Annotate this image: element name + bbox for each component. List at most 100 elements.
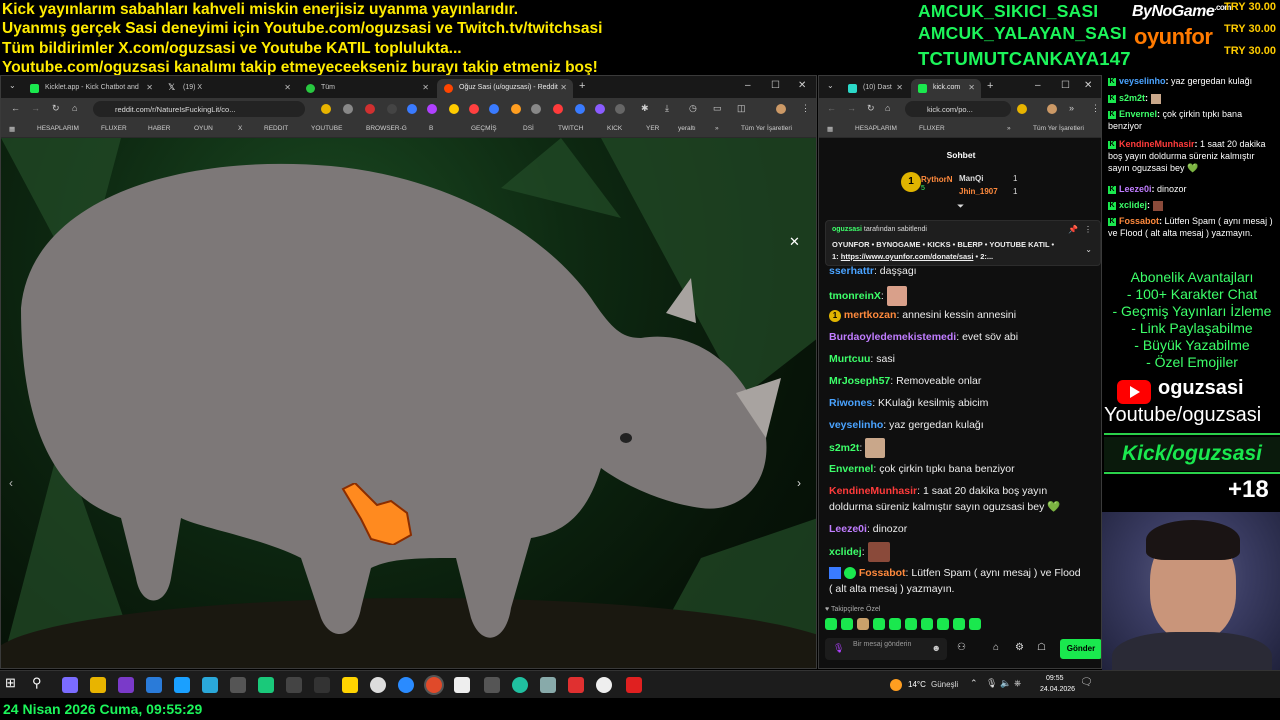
extension-icon[interactable] [595, 104, 605, 114]
extension-icon[interactable] [469, 104, 479, 114]
tab-kick[interactable]: kick.com ✕ [911, 79, 981, 98]
close-lightbox-icon[interactable]: ✕ [789, 234, 800, 250]
network-icon[interactable]: ⎈ [1014, 678, 1021, 689]
chat-input[interactable]: 🎙 Bir mesaj gönderin ☻ [825, 638, 947, 660]
bookmark-folder[interactable]: HABER [148, 125, 170, 132]
apps-icon[interactable]: ▦ [827, 125, 833, 133]
chat-username[interactable]: veyselinho [829, 419, 883, 431]
extensions-puzzle-icon[interactable]: ✱ [641, 103, 649, 114]
app-icon[interactable] [398, 677, 414, 693]
extension-icon[interactable] [321, 104, 331, 114]
app-icon[interactable] [286, 677, 302, 693]
gifter-name[interactable]: RythorN [921, 175, 953, 184]
tab-kicklet[interactable]: Kicklet.app - Kick Chatbot and ✕ [23, 79, 159, 98]
extension-icon[interactable] [343, 104, 353, 114]
settings-icon[interactable]: ⚙ [1015, 642, 1024, 653]
menu-icon[interactable]: ⋮ [801, 103, 810, 114]
chatgpt-icon[interactable] [596, 677, 612, 693]
tab-search-icon[interactable]: ⌄ [9, 81, 16, 90]
bookmark-folder[interactable]: FLUXER [101, 125, 127, 132]
file-explorer-icon[interactable] [90, 677, 106, 693]
bookmark-link[interactable]: YER [646, 125, 659, 132]
bookmark-folder[interactable]: BROWSER-G [366, 125, 407, 132]
pinned-menu-icon[interactable]: ⋮ [1084, 225, 1092, 234]
app-icon[interactable] [512, 677, 528, 693]
reload-icon[interactable]: ↻ [867, 103, 875, 114]
profile-avatar[interactable] [1047, 104, 1057, 114]
chat-username[interactable]: KendineMunhasir [829, 485, 917, 497]
extension-icon[interactable] [427, 104, 437, 114]
more-bookmarks-icon[interactable]: » [715, 125, 719, 132]
app-icon[interactable] [626, 677, 642, 693]
bookmark-link[interactable]: TWITCH [558, 125, 583, 132]
start-icon[interactable]: ⊞ [5, 675, 21, 691]
camera-icon[interactable] [230, 677, 246, 693]
sidebar-icon[interactable]: ◫ [737, 103, 746, 114]
app-icon[interactable] [62, 677, 78, 693]
chat-username[interactable]: Riwones [829, 397, 872, 409]
chrome-icon[interactable] [426, 677, 442, 693]
bookmark-link[interactable]: DSİ [523, 125, 534, 132]
bookmark-folder[interactable]: HESAPLARIM [37, 125, 79, 132]
history-icon[interactable]: ◷ [689, 103, 697, 114]
emote-icon[interactable] [873, 618, 885, 630]
gifter-name[interactable]: ManQi [959, 174, 983, 183]
onenote-icon[interactable] [118, 677, 134, 693]
extension-icon[interactable] [365, 104, 375, 114]
chat-username[interactable]: Murtcuu [829, 353, 870, 365]
sound-icon[interactable]: 🔈 [1000, 678, 1011, 689]
edge-icon[interactable] [202, 677, 218, 693]
app-icon[interactable] [540, 677, 556, 693]
tab-reddit[interactable]: Oğuz Sasi (u/oguzsasi) - Reddit ✕ [437, 79, 573, 98]
bookmark-link[interactable]: KICK [607, 125, 622, 132]
chat-username[interactable]: sserhattr [829, 265, 874, 277]
mic-icon[interactable]: 🎙 [986, 678, 997, 689]
close-window-icon[interactable]: ✕ [798, 80, 806, 91]
maximize-icon[interactable]: ☐ [771, 80, 780, 91]
close-tab-icon[interactable]: ✕ [968, 83, 975, 92]
back-icon[interactable]: ← [827, 103, 836, 113]
bookmark-folder[interactable]: X [238, 125, 242, 132]
chat-username[interactable]: Leeze0i [829, 523, 867, 535]
bookmark-folder[interactable]: OYUN [194, 125, 213, 132]
minimize-icon[interactable]: – [1035, 80, 1041, 91]
reading-list-icon[interactable]: ▭ [713, 103, 722, 114]
right-url-field[interactable]: kick.com/po... [905, 101, 1011, 117]
search-icon[interactable]: ⚲ [32, 675, 48, 691]
extension-icon[interactable] [575, 104, 585, 114]
tab-search-icon[interactable]: ⌄ [827, 81, 834, 90]
chat-username[interactable]: MrJoseph57 [829, 375, 890, 387]
app-icon[interactable] [174, 677, 190, 693]
weather-sun-icon[interactable] [890, 679, 902, 691]
bot-icon[interactable]: ☖ [1037, 642, 1046, 653]
new-tab-icon[interactable]: + [987, 80, 993, 92]
emote-icon[interactable] [825, 618, 837, 630]
minimize-icon[interactable]: – [745, 80, 751, 91]
forward-icon[interactable]: → [31, 103, 40, 113]
tab-dast[interactable]: (10) Dast ✕ [841, 79, 909, 98]
collapse-icon[interactable]: ⏷ [957, 201, 964, 212]
store-icon[interactable]: ⌂ [993, 642, 999, 653]
microphone-icon[interactable]: 🎙 [833, 643, 844, 654]
profile-avatar[interactable] [776, 104, 786, 114]
extension-icon[interactable] [387, 104, 397, 114]
expand-icon[interactable]: ⌄ [1085, 245, 1092, 254]
chat-username[interactable]: Burdaoyledemekistemedi [829, 331, 956, 343]
bookmark-link[interactable]: B [429, 125, 433, 132]
emoji-icon[interactable]: ☻ [932, 643, 941, 653]
emote-icon[interactable] [921, 618, 933, 630]
apps-icon[interactable]: ▦ [9, 125, 15, 133]
tab-x[interactable]: 𝕏 (19) X ✕ [161, 79, 297, 98]
chat-username[interactable]: Envernel [829, 463, 873, 475]
emote-icon[interactable] [953, 618, 965, 630]
home-icon[interactable]: ⌂ [885, 103, 890, 113]
emote-icon[interactable] [905, 618, 917, 630]
send-button[interactable]: Gönder [1060, 639, 1101, 659]
emote-icon[interactable] [937, 618, 949, 630]
chat-username[interactable]: s2m2t [829, 442, 859, 454]
extension-icon[interactable] [553, 104, 563, 114]
all-bookmarks[interactable]: Tüm Yer İşaretleri [1033, 125, 1084, 132]
chat-username[interactable]: xclidej [829, 546, 862, 558]
left-url-field[interactable]: reddit.com/r/NatureIsFuckingLit/co... [93, 101, 305, 117]
sticky-notes-icon[interactable] [342, 677, 358, 693]
